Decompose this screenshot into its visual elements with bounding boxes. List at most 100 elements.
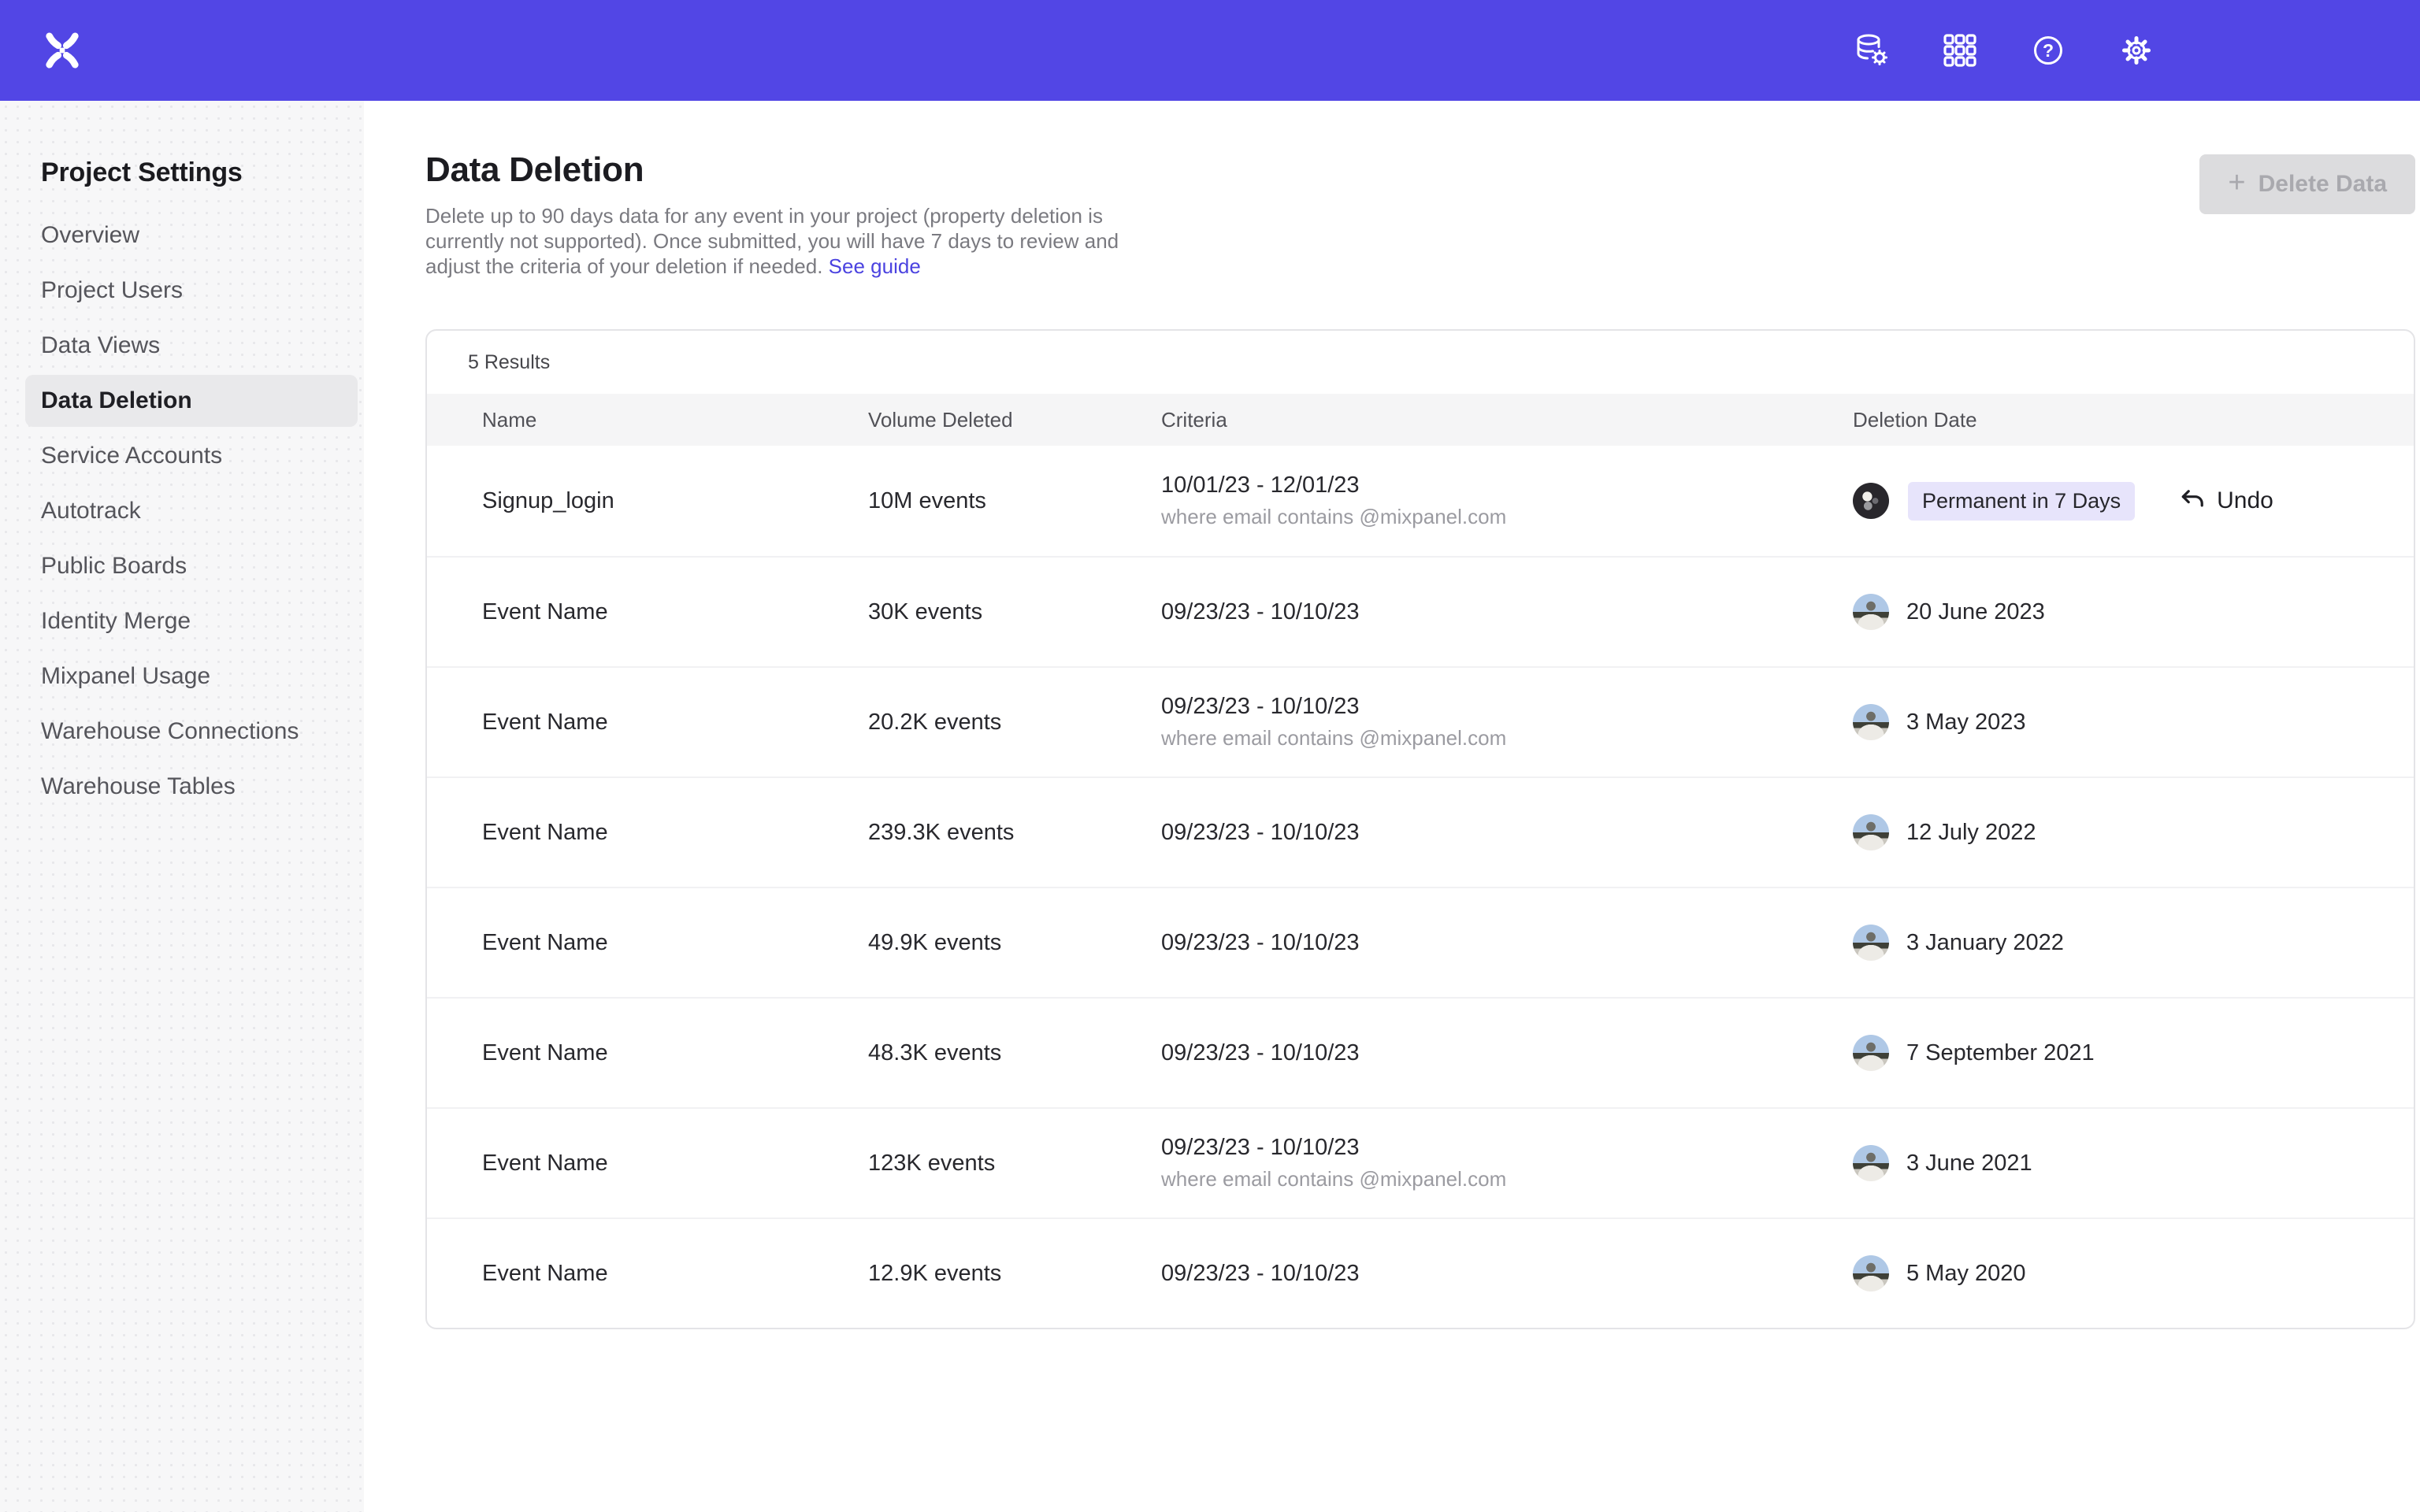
volume-cell: 30K events <box>868 599 1161 625</box>
help-icon[interactable]: ? <box>2029 32 2067 69</box>
table-row: Event Name12.9K events09/23/23 - 10/10/2… <box>427 1217 2414 1328</box>
user-photo-avatar <box>1853 1255 1889 1292</box>
undo-label: Undo <box>2217 487 2273 514</box>
see-guide-link[interactable]: See guide <box>829 254 921 278</box>
sidebar-item-label: Identity Merge <box>41 608 191 635</box>
delete-data-button[interactable]: + Delete Data <box>2199 154 2415 214</box>
sidebar: Project Settings Overview Project Users Da… <box>0 101 364 1512</box>
svg-text:?: ? <box>2043 40 2054 61</box>
volume-cell: 239.3K events <box>868 820 1161 846</box>
sidebar-item-overview[interactable]: Overview <box>25 209 358 261</box>
user-photo-avatar <box>1853 1035 1889 1071</box>
table-header: Name Volume Deleted Criteria Deletion Da… <box>427 394 2414 446</box>
undo-button[interactable]: Undo <box>2179 487 2273 514</box>
user-photo-avatar <box>1853 1145 1889 1181</box>
volume-cell: 10M events <box>868 488 1161 514</box>
permanent-in-days-badge: Permanent in 7 Days <box>1908 482 2135 521</box>
sidebar-item-data-views[interactable]: Data Views <box>25 320 358 372</box>
page-head: Data Deletion Delete up to 90 days data … <box>425 150 2415 279</box>
deletion-date: 12 July 2022 <box>1906 820 2036 846</box>
criteria-cell: 10/01/23 - 12/01/23 where email contains … <box>1161 472 1853 529</box>
user-photo-avatar <box>1853 594 1889 630</box>
name-cell: Event Name <box>482 1040 868 1066</box>
settings-gear-icon[interactable] <box>2118 32 2155 69</box>
topbar: ? <box>0 0 2420 101</box>
sidebar-item-label: Data Views <box>41 332 160 359</box>
sidebar-title: Project Settings <box>41 156 364 189</box>
criteria-date-range: 09/23/23 - 10/10/23 <box>1161 1040 1853 1066</box>
sidebar-item-warehouse-connections[interactable]: Warehouse Connections <box>25 706 358 758</box>
sidebar-item-label: Mixpanel Usage <box>41 663 210 690</box>
sidebar-item-label: Public Boards <box>41 553 187 580</box>
sidebar-item-mixpanel-usage[interactable]: Mixpanel Usage <box>25 650 358 702</box>
deletion-date-cell: 7 September 2021 <box>1853 1035 2414 1071</box>
column-header-deletion-date: Deletion Date <box>1853 408 2414 432</box>
deletion-date-cell: 12 July 2022 <box>1853 814 2414 850</box>
sidebar-item-label: Overview <box>41 222 139 249</box>
column-header-criteria: Criteria <box>1161 408 1853 432</box>
user-photo-avatar <box>1853 814 1889 850</box>
table-row: Event Name49.9K events09/23/23 - 10/10/2… <box>427 887 2414 997</box>
sidebar-item-data-deletion[interactable]: Data Deletion <box>25 375 358 427</box>
criteria-cell: 09/23/23 - 10/10/23 <box>1161 1040 1853 1066</box>
sidebar-item-project-users[interactable]: Project Users <box>25 265 358 317</box>
criteria-filter: where email contains @mixpanel.com <box>1161 505 1853 529</box>
deletion-date-cell: 3 January 2022 <box>1853 925 2414 961</box>
sidebar-item-label: Project Users <box>41 277 183 304</box>
deletion-date-cell: 3 May 2023 <box>1853 704 2414 740</box>
user-photo-avatar <box>1853 925 1889 961</box>
sidebar-item-warehouse-tables[interactable]: Warehouse Tables <box>25 761 358 813</box>
deletion-date-cell: 3 June 2021 <box>1853 1145 2414 1181</box>
main-content: Data Deletion Delete up to 90 days data … <box>364 101 2420 1512</box>
user-photo-avatar <box>1853 704 1889 740</box>
plus-icon: + <box>2228 168 2245 198</box>
sidebar-item-public-boards[interactable]: Public Boards <box>25 540 358 592</box>
deletion-table-card: 5 Results Name Volume Deleted Criteria D… <box>425 329 2415 1329</box>
table-row: Event Name123K events09/23/23 - 10/10/23… <box>427 1107 2414 1217</box>
criteria-date-range: 09/23/23 - 10/10/23 <box>1161 820 1853 846</box>
undo-icon <box>2179 487 2206 514</box>
criteria-date-range: 09/23/23 - 10/10/23 <box>1161 694 1853 720</box>
table-row: Event Name20.2K events09/23/23 - 10/10/2… <box>427 666 2414 776</box>
criteria-date-range: 09/23/23 - 10/10/23 <box>1161 599 1853 625</box>
volume-cell: 20.2K events <box>868 710 1161 736</box>
sidebar-item-label: Warehouse Tables <box>41 773 236 800</box>
apps-grid-icon[interactable] <box>1941 32 1979 69</box>
column-header-name: Name <box>482 408 868 432</box>
name-cell: Event Name <box>482 930 868 956</box>
page-description: Delete up to 90 days data for any event … <box>425 203 1149 279</box>
criteria-cell: 09/23/23 - 10/10/23 <box>1161 820 1853 846</box>
sidebar-nav: Overview Project Users Data Views Data Dele… <box>0 209 364 813</box>
sidebar-item-identity-merge[interactable]: Identity Merge <box>25 595 358 647</box>
deletion-date: 20 June 2023 <box>1906 599 2045 625</box>
table-row: Signup_login10M events10/01/23 - 12/01/2… <box>427 446 2414 556</box>
sidebar-item-label: Autotrack <box>41 498 141 524</box>
sidebar-item-service-accounts[interactable]: Service Accounts <box>25 430 358 482</box>
criteria-filter: where email contains @mixpanel.com <box>1161 726 1853 750</box>
criteria-cell: 09/23/23 - 10/10/23 <box>1161 599 1853 625</box>
sidebar-item-label: Warehouse Connections <box>41 718 299 745</box>
illustration-avatar <box>1853 483 1889 519</box>
criteria-date-range: 09/23/23 - 10/10/23 <box>1161 1135 1853 1161</box>
table-row: Event Name239.3K events09/23/23 - 10/10/… <box>427 776 2414 887</box>
volume-cell: 12.9K events <box>868 1261 1161 1287</box>
criteria-cell: 09/23/23 - 10/10/23 where email contains … <box>1161 694 1853 750</box>
criteria-cell: 09/23/23 - 10/10/23where email contains … <box>1161 1135 1853 1191</box>
mixpanel-logo[interactable] <box>44 32 82 69</box>
name-cell: Event Name <box>482 1151 868 1177</box>
sidebar-item-autotrack[interactable]: Autotrack <box>25 485 358 537</box>
table-row: Event Name48.3K events09/23/23 - 10/10/2… <box>427 997 2414 1107</box>
deletion-date: 7 September 2021 <box>1906 1040 2095 1066</box>
page-title: Data Deletion <box>425 150 1149 191</box>
topbar-icons: ? <box>1853 32 2155 69</box>
table-row: Event Name30K events09/23/23 - 10/10/23 2… <box>427 556 2414 666</box>
volume-cell: 123K events <box>868 1151 1161 1177</box>
criteria-date-range: 10/01/23 - 12/01/23 <box>1161 472 1853 498</box>
deletion-date: 3 May 2023 <box>1906 710 2026 736</box>
data-management-icon[interactable] <box>1853 32 1891 69</box>
name-cell: Event Name <box>482 599 868 625</box>
deletion-date-cell: 20 June 2023 <box>1853 594 2414 630</box>
deletion-date-cell: Permanent in 7 Days Undo <box>1853 482 2414 521</box>
criteria-date-range: 09/23/23 - 10/10/23 <box>1161 930 1853 956</box>
column-header-volume: Volume Deleted <box>868 408 1161 432</box>
